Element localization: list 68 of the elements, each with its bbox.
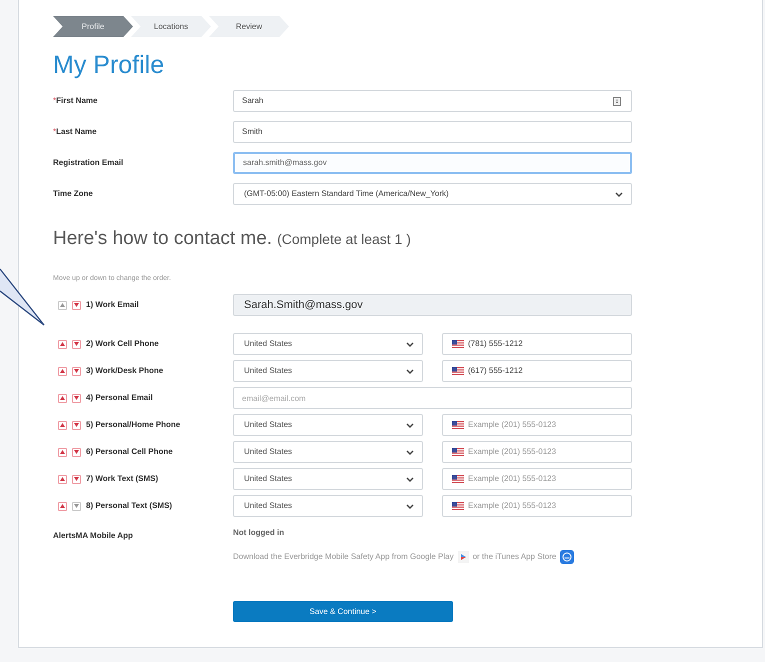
page-title: My Profile: [53, 50, 166, 81]
move-up-button[interactable]: [58, 340, 67, 348]
email-field[interactable]: email@email.com: [233, 387, 632, 409]
contact-label: 3) Work/Desk Phone: [86, 365, 164, 377]
phone-field[interactable]: (617) 555-1212: [442, 360, 632, 382]
move-down-button[interactable]: [72, 420, 81, 430]
required-mark: *: [53, 95, 56, 107]
mobile-app-label: AlertsMA Mobile App: [53, 530, 134, 542]
chevron-down-icon: [406, 504, 414, 510]
move-down-button[interactable]: [72, 366, 81, 376]
move-down-button[interactable]: [72, 394, 81, 402]
contact-card-icon: [613, 97, 621, 106]
chevron-down-icon: [615, 192, 623, 198]
country-select[interactable]: United States: [233, 333, 423, 355]
contact-label: 8) Personal Text (SMS): [86, 500, 172, 512]
move-up-button[interactable]: [58, 448, 67, 456]
field-label: Registration Email: [53, 157, 124, 169]
field-label: Last Name: [56, 126, 97, 138]
contact-label: 2) Work Cell Phone: [86, 338, 159, 350]
required-mark: *: [53, 126, 56, 138]
move-down-button[interactable]: [72, 474, 81, 484]
move-down-button[interactable]: [72, 448, 81, 456]
contact-label: 4) Personal Email: [86, 392, 153, 404]
contact-heading: Here's how to contact me.: [53, 227, 272, 251]
flag-icon: [452, 421, 464, 429]
google-play-icon[interactable]: [458, 551, 469, 563]
chevron-down-icon: [406, 369, 414, 375]
move-down-button[interactable]: [72, 300, 81, 310]
download-text: or the iTunes App Store: [472, 551, 556, 563]
move-down-button[interactable]: [72, 340, 81, 348]
contact-label: 1) Work Email: [86, 299, 139, 311]
contact-label: 6) Personal Cell Phone: [86, 446, 173, 458]
contact-label: 5) Personal/Home Phone: [86, 419, 180, 431]
chevron-down-icon: [406, 423, 414, 429]
flag-icon: [452, 367, 464, 375]
flag-icon: [452, 448, 464, 456]
login-status: Not logged in: [233, 527, 286, 539]
step-tab[interactable]: Locations: [131, 16, 211, 37]
field-label: First Name: [56, 95, 98, 107]
time-zone-select[interactable]: (GMT-05:00) Eastern Standard Time (America/New_York): [233, 183, 632, 205]
chevron-down-icon: [406, 342, 414, 348]
text-field[interactable]: Smith: [233, 121, 632, 143]
country-select[interactable]: United States: [233, 414, 423, 436]
phone-field[interactable]: (781) 555-1212: [442, 333, 632, 355]
chevron-down-icon: [406, 477, 414, 483]
flag-icon: [452, 475, 464, 483]
app-store-icon[interactable]: [560, 550, 574, 564]
save-continue-button[interactable]: Save & Continue >: [233, 601, 453, 622]
flag-icon: [452, 502, 464, 510]
move-up-button[interactable]: [58, 502, 67, 510]
chevron-down-icon: [406, 450, 414, 456]
text-field[interactable]: Sarah: [233, 90, 632, 112]
contact-label: 7) Work Text (SMS): [86, 473, 158, 485]
country-select[interactable]: United States: [233, 441, 423, 463]
contact-note: (Complete at least 1 ): [277, 230, 411, 249]
move-up-button[interactable]: [58, 474, 67, 484]
flag-icon: [452, 340, 464, 348]
step-tab[interactable]: Review: [209, 16, 289, 37]
work-email-field: Sarah.Smith@mass.gov: [233, 294, 632, 316]
move-up-button[interactable]: [58, 394, 67, 402]
country-select[interactable]: United States: [233, 468, 423, 490]
download-text: Download the Everbridge Mobile Safety App from Google Play: [233, 551, 454, 563]
move-up-button[interactable]: [58, 420, 67, 430]
country-select[interactable]: United States: [233, 495, 423, 517]
move-up-button[interactable]: [58, 366, 67, 376]
field-label: Time Zone: [53, 188, 93, 200]
text-field[interactable]: sarah.smith@mass.gov: [233, 152, 632, 174]
country-select[interactable]: United States: [233, 360, 423, 382]
